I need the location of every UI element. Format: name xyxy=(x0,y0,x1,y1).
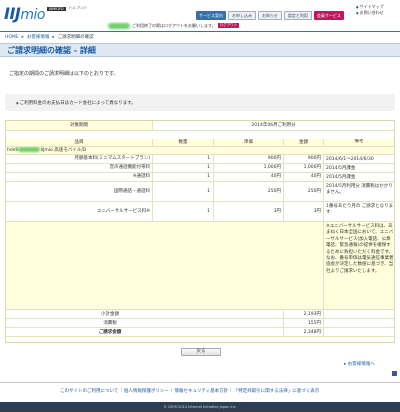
item-amount: 1,000円 xyxy=(284,164,324,172)
user-bar: ご利用終了の際はログアウトをお願いします。 ログアウト xyxy=(108,22,328,29)
customer-info-link[interactable]: お客様情報へ xyxy=(344,361,375,367)
footer-link-commerce[interactable]: 「特定商取引に関する法律」に基づく表示 xyxy=(234,388,320,394)
tab-settings-usage[interactable]: 設定と利用 xyxy=(283,11,312,20)
notice-text: ご利用料金のお支払日はカード会社によって異なります。 xyxy=(16,100,136,106)
item-unit: 40円 xyxy=(214,173,284,181)
period-value: 2014年06月ご利用分 xyxy=(251,123,296,128)
tax-value: 155円 xyxy=(284,319,324,327)
item-name: 月額基本料(ミニマムスタートプラン) xyxy=(6,155,153,163)
item-name: 音声通話機能付帯料 xyxy=(6,164,153,172)
item-amount: 900円 xyxy=(284,155,324,163)
col-unit: 単価 xyxy=(214,139,284,146)
breadcrumb-home[interactable]: HOME xyxy=(5,35,19,40)
item-amount: 40円 xyxy=(284,173,324,181)
footer-divider xyxy=(0,382,400,383)
period-label: 対象期間 xyxy=(6,121,153,130)
item-qty: 1 xyxy=(153,202,214,221)
breadcrumb-customer-info[interactable]: お客様情報 xyxy=(27,34,50,40)
item-unit: 3円 xyxy=(214,202,284,221)
item-note: 2014/6/1〜2014/6/30 xyxy=(326,157,374,162)
footer-sep: | xyxy=(230,388,232,393)
copyright: © 2009-2014 Internet Initiative Japan In… xyxy=(0,402,400,412)
item-unit: 1,000円 xyxy=(214,164,284,172)
account-redacted xyxy=(18,147,41,152)
tab-news[interactable]: お知らせ xyxy=(258,11,282,20)
back-button[interactable]: 戻る xyxy=(181,348,221,356)
item-note: 2014/5月課金 xyxy=(326,166,356,171)
logout-button[interactable]: ログアウト xyxy=(217,23,240,28)
footer-sep: | xyxy=(120,388,122,393)
footer-sep: | xyxy=(170,388,173,393)
item-note: 2014/5月利用分 消費税はかかりません。 xyxy=(326,184,393,195)
item-qty: 1 xyxy=(153,182,214,201)
total-label: ご請求金額 xyxy=(98,330,122,335)
table-header: 品目 数量 単価 金額 備考 xyxy=(6,139,394,147)
table-row: 国際通話・通話料 1 250円 250円 2014/5月利用分 消費税はかかりま… xyxy=(6,182,394,202)
breadcrumb-current: ご請求明細の確認 xyxy=(57,35,94,40)
universal-service-note: ※ユニバーサルサービス料は、あまねく日本全国において、ユニバーサルサービス(加入… xyxy=(326,224,394,274)
header-divider xyxy=(0,31,400,32)
col-note: 備考 xyxy=(354,139,364,144)
item-qty: 1 xyxy=(153,173,214,181)
tax-spacer xyxy=(214,319,284,327)
bill-table: 対象期間 2014年06月ご利用分 品目 数量 単価 金額 備考 hdd0 IIJ… xyxy=(5,120,395,343)
item-unit: 900円 xyxy=(214,155,284,163)
col-qty: 数量 xyxy=(153,139,214,146)
intro-text: ご指定の期間のご請求明細は以下のとおりです。 xyxy=(9,71,119,77)
item-note: 2014/5月課金 xyxy=(326,175,356,180)
logo-tagline: IIJMIOFD ドル アンド xyxy=(47,6,87,11)
total-spacer xyxy=(214,328,284,336)
main-nav: サービス案内 お申し込み お知らせ 設定と利用 会員サービス xyxy=(196,11,344,20)
col-item: 品目 xyxy=(6,139,153,146)
logo-tagline-text: ドル アンド xyxy=(68,6,88,10)
subtotal-spacer xyxy=(214,310,284,318)
table-row: ユニバーサルサービス料※ 1 3円 3円 1番号あたり月の ご請求となります xyxy=(6,202,394,222)
item-qty: 1 xyxy=(153,155,214,163)
footer-link-security[interactable]: 情報セキュリティ基本方針 xyxy=(174,388,228,394)
plan-name: IIJmio 高速モバイル/D xyxy=(40,148,87,153)
footer-links: このサイトのご利用について | 個人情報保護ポリシー | 情報セキュリティ基本方… xyxy=(60,388,319,394)
page-title: ご請求明細の確認 - 詳細 xyxy=(7,46,96,55)
breadcrumb-sep-icon: ▸ xyxy=(21,34,24,40)
iijmio-logo[interactable]: IIJmio xyxy=(4,4,45,23)
table-row: 音声通話機能付帯料 1 1,000円 1,000円 2014/5月課金 xyxy=(6,164,394,173)
footnote-spacer xyxy=(6,222,324,309)
tab-member-service[interactable]: 会員サービス xyxy=(313,11,344,20)
account-id: hdd0 xyxy=(7,148,19,153)
total-value: 2,348円 xyxy=(284,328,324,336)
contact-link[interactable]: お問い合わせ xyxy=(356,10,384,16)
user-name-redacted xyxy=(108,22,130,29)
col-amount: 金額 xyxy=(284,139,324,146)
logo-tag: IIJMIOFD xyxy=(47,6,66,11)
tab-apply[interactable]: お申し込み xyxy=(228,11,256,20)
total-row: ご請求金額 2,348円 xyxy=(6,328,394,337)
item-name: ※通話料 xyxy=(6,173,153,181)
footer-link-privacy[interactable]: 個人情報保護ポリシー xyxy=(124,388,169,394)
breadcrumb: HOME ▸ お客様情報 ▸ ご請求明細の確認 xyxy=(5,34,94,41)
tax-row: 消費税 155円 xyxy=(6,319,394,328)
plan-row: hdd0 IIJmio 高速モバイル/D xyxy=(6,147,394,155)
item-name: ユニバーサルサービス料※ xyxy=(6,202,153,221)
plan-label: hdd0 IIJmio 高速モバイル/D xyxy=(6,147,394,154)
subtotal-value: 2,193円 xyxy=(284,310,324,318)
tax-label: 消費税 xyxy=(103,321,117,326)
footer-link-terms[interactable]: このサイトのご利用について xyxy=(60,388,118,394)
item-note: 1番号あたり月の ご請求となります xyxy=(326,204,394,215)
item-qty: 1 xyxy=(153,164,214,172)
item-name: 国際通話・通話料 xyxy=(6,182,153,201)
subtotal-row: 小計金額 2,193円 xyxy=(6,310,394,319)
page-top-icon[interactable] xyxy=(392,371,397,376)
item-amount: 3円 xyxy=(284,202,324,221)
tab-service-info[interactable]: サービス案内 xyxy=(196,11,226,20)
table-row: 月額基本料(ミニマムスタートプラン) 1 900円 900円 2014/6/1〜… xyxy=(6,155,394,164)
item-unit: 250円 xyxy=(214,182,284,201)
item-amount: 250円 xyxy=(284,182,324,201)
footnote-row: ※ユニバーサルサービス料は、あまねく日本全国において、ユニバーサルサービス(加入… xyxy=(6,222,394,310)
subtotal-label: 小計金額 xyxy=(101,312,119,317)
breadcrumb-sep-icon: ▸ xyxy=(52,34,55,40)
table-row: ※通話料 1 40円 40円 2014/5月課金 xyxy=(6,173,394,182)
user-message: ご利用終了の際はログアウトをお願いします。 xyxy=(132,22,216,28)
top-links: サイトマップ お問い合わせ xyxy=(356,4,384,16)
period-row: 対象期間 2014年06月ご利用分 xyxy=(6,121,394,131)
